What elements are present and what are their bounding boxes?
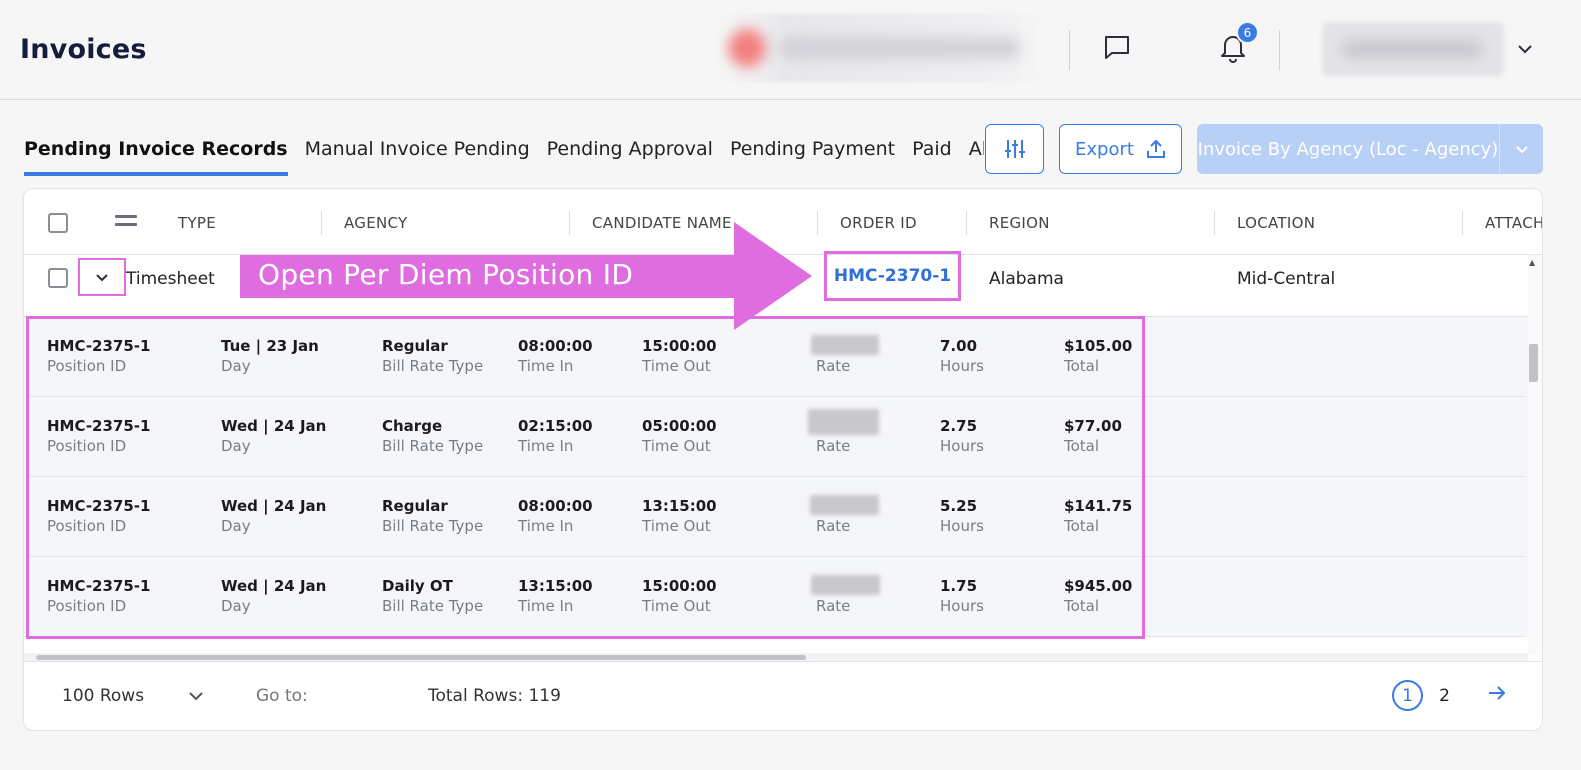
page-title: Invoices (20, 34, 147, 65)
top-header: Invoices 6 (0, 0, 1581, 100)
tab-paid[interactable]: Paid (912, 126, 952, 176)
header-divider (1279, 30, 1280, 70)
column-menu-icon[interactable] (115, 215, 137, 229)
export-label: Export (1075, 138, 1134, 160)
invoice-tabs: Pending Invoice Records Manual Invoice Pe… (24, 126, 984, 178)
annotation-text: Open Per Diem Position ID (258, 258, 634, 291)
horizontal-scroll-thumb[interactable] (36, 655, 806, 660)
select-all-checkbox[interactable] (48, 213, 68, 233)
tab-pending-invoice-records[interactable]: Pending Invoice Records (24, 126, 288, 176)
row-checkbox[interactable] (48, 268, 68, 288)
tab-all-invoices[interactable]: All Inv (969, 126, 984, 176)
row-region: Alabama (989, 269, 1064, 289)
sliders-icon (1004, 140, 1025, 158)
column-header-location[interactable]: LOCATION (1237, 214, 1315, 232)
invoice-by-agency-label: Invoice By Agency (Loc - Agency) (1197, 124, 1500, 174)
rows-per-page-select[interactable]: 100 Rows (62, 686, 144, 706)
invoice-by-agency-button[interactable]: Invoice By Agency (Loc - Agency) (1197, 124, 1543, 174)
expand-row-button[interactable] (78, 258, 126, 296)
row-location: Mid-Central (1237, 269, 1336, 289)
page-1-button[interactable]: 1 (1392, 680, 1423, 711)
column-header-region[interactable]: REGION (989, 214, 1050, 232)
blurred-facility-name (780, 38, 1020, 58)
filter-button[interactable] (985, 124, 1044, 174)
chevron-down-icon (1515, 145, 1528, 153)
chevron-down-icon[interactable] (188, 686, 208, 706)
export-button[interactable]: Export (1059, 124, 1182, 174)
vertical-scroll-thumb[interactable] (1529, 344, 1538, 382)
column-header-order-id[interactable]: ORDER ID (840, 214, 917, 232)
chat-icon[interactable] (1101, 31, 1133, 63)
page-2-button[interactable]: 2 (1429, 680, 1460, 711)
blurred-facility-logo (728, 29, 766, 67)
next-page-arrow-icon[interactable] (1487, 685, 1509, 707)
total-rows-count: Total Rows: 119 (428, 686, 561, 706)
column-header-attachments[interactable]: ATTACHI (1485, 214, 1542, 232)
scroll-up-arrow[interactable]: ▲ (1529, 258, 1535, 267)
chevron-down-icon[interactable] (1514, 38, 1536, 60)
upload-icon (1146, 139, 1165, 158)
tab-pending-approval[interactable]: Pending Approval (547, 126, 713, 176)
column-separator[interactable] (1214, 211, 1215, 235)
header-divider (1069, 30, 1070, 70)
order-id-link[interactable]: HMC-2370-1 (824, 251, 961, 301)
grid-footer: 100 Rows Go to: Total Rows: 119 1 2 (24, 661, 1542, 730)
tab-manual-invoice-pending[interactable]: Manual Invoice Pending (305, 126, 530, 176)
tab-pending-payment[interactable]: Pending Payment (730, 126, 895, 176)
invoice-dropdown-toggle[interactable] (1500, 124, 1543, 174)
row-type: Timesheet (126, 269, 215, 289)
blurred-user-profile[interactable] (1322, 22, 1504, 76)
detail-highlight-frame (26, 316, 1145, 639)
column-separator[interactable] (1462, 211, 1463, 235)
chevron-down-icon (96, 273, 108, 281)
vertical-scrollbar[interactable] (1528, 255, 1542, 655)
column-separator[interactable] (966, 211, 967, 235)
goto-page-label: Go to: (256, 686, 308, 706)
column-header-type[interactable]: TYPE (178, 214, 216, 232)
notification-badge: 6 (1236, 21, 1259, 44)
